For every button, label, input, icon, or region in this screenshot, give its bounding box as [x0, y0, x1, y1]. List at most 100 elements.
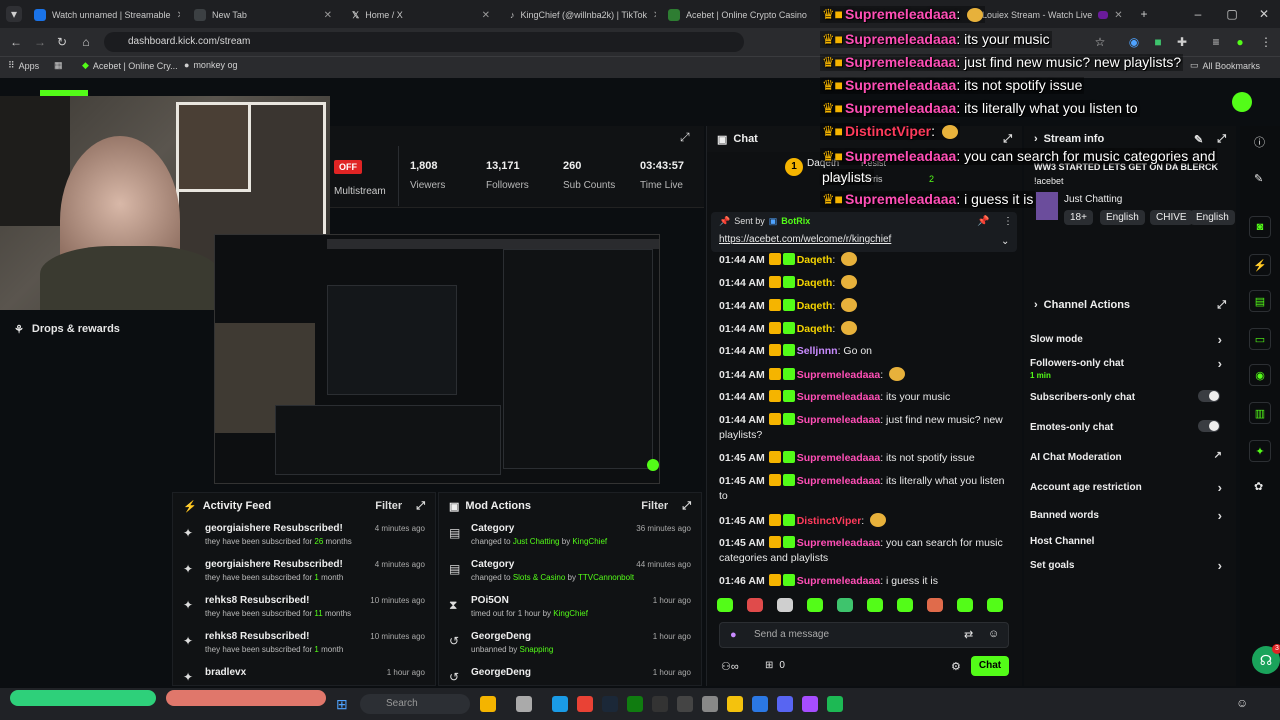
explorer-icon[interactable]	[727, 696, 743, 712]
emote-icon[interactable]	[957, 598, 973, 612]
settings-icon[interactable]	[702, 696, 718, 712]
chevron-right-icon[interactable]: ›	[1218, 332, 1222, 347]
channel-action-ai-chat-moderation[interactable]: AI Chat Moderation ↗	[1030, 450, 1228, 463]
external-link-icon[interactable]: ↗	[1214, 450, 1222, 461]
chat-message[interactable]: 01:46 AM Supremeleadaaa: i guess it is	[719, 574, 1009, 589]
emote-icon[interactable]	[897, 598, 913, 612]
expand-icon[interactable]: ⤢	[682, 500, 691, 513]
bookmark-monkey[interactable]: ● monkey og	[184, 60, 237, 70]
expand-icon[interactable]: ⤢	[1217, 299, 1226, 312]
emote-icon[interactable]	[987, 598, 1003, 612]
emote-icon[interactable]	[837, 598, 853, 612]
extension-icon[interactable]: ◉	[1126, 34, 1142, 50]
maximize-icon[interactable]: ▢	[1224, 6, 1240, 22]
activity-item[interactable]: ✦ georgiaishere Resubscribed! they have be…	[173, 519, 435, 555]
unpin-icon[interactable]: 📌	[977, 216, 989, 227]
chat-username[interactable]: Supremeleadaaa	[797, 475, 880, 487]
chat-username[interactable]: Supremeleadaaa	[797, 575, 880, 587]
emote-icon[interactable]	[807, 598, 823, 612]
settings-gear-icon[interactable]: ⚙	[951, 660, 961, 673]
send-chat-button[interactable]: Chat	[971, 656, 1009, 676]
media-icon[interactable]: ≡	[1208, 34, 1224, 50]
app-icon[interactable]	[652, 696, 668, 712]
chat-username[interactable]: Supremeleadaaa	[797, 537, 880, 549]
task-view-icon[interactable]	[516, 696, 532, 712]
pinned-menu-icon[interactable]: ⋮	[1003, 216, 1013, 227]
close-icon[interactable]: ✕	[653, 10, 656, 21]
channel-action-host-channel[interactable]: Host Channel	[1030, 536, 1228, 547]
chevron-right-icon[interactable]: ›	[1218, 558, 1222, 573]
drops-rewards-link[interactable]: ⚘ Drops & rewards	[0, 316, 170, 342]
layout-icon[interactable]: ▥	[1249, 402, 1271, 424]
emote-icon[interactable]	[777, 598, 793, 612]
channel-action-subscribers-only-chat[interactable]: Subscribers-only chat	[1030, 390, 1228, 403]
minimize-icon[interactable]: –	[1190, 6, 1206, 22]
category-name[interactable]: Just Chatting	[1064, 194, 1122, 205]
channel-action-followers-only-chat[interactable]: Followers-only chat 1 min ›	[1030, 356, 1228, 380]
emoji-icon[interactable]: ☺	[988, 628, 999, 640]
mic-icon[interactable]: ●	[730, 629, 737, 641]
stream-preview[interactable]	[214, 234, 660, 484]
emote-icon[interactable]	[717, 598, 733, 612]
chat-message[interactable]: 01:44 AM Daqeth:	[719, 252, 1009, 268]
mod-action-item[interactable]: ⧗ POi5ON timed out for 1 hour by KingChief…	[439, 591, 701, 627]
chat-message[interactable]: 01:45 AM Supremeleadaaa: you can search f…	[719, 536, 1009, 566]
discord-icon[interactable]	[777, 696, 793, 712]
folder-icon[interactable]	[480, 696, 496, 712]
profile-avatar-icon[interactable]: ●	[1232, 34, 1248, 50]
notification-icon[interactable]: ☺	[1236, 696, 1248, 710]
stream-tag[interactable]: CHIVE	[1150, 210, 1193, 225]
chrome-icon[interactable]	[577, 696, 593, 712]
close-icon[interactable]: ✕	[177, 10, 180, 21]
chat-message[interactable]: 01:44 AM Supremeleadaaa: its your music	[719, 390, 1009, 405]
expand-icon[interactable]: ⤢	[1003, 133, 1012, 146]
chat-username[interactable]: Daqeth	[797, 277, 833, 289]
chat-username[interactable]: Supremeleadaaa	[797, 369, 880, 381]
clipboard-icon[interactable]: ▤	[1249, 290, 1271, 312]
chat-username[interactable]: Supremeleadaaa	[797, 452, 880, 464]
camera-icon[interactable]: ◙	[1249, 216, 1271, 238]
pencil-icon[interactable]: ✎	[1254, 172, 1263, 185]
bookmark-acebet[interactable]: ◆ Acebet | Online Cry...	[82, 60, 178, 71]
browser-tab[interactable]: Acebet | Online Crypto Casino	[660, 4, 814, 26]
channel-action-slow-mode[interactable]: Slow mode ›	[1030, 332, 1228, 347]
extension-icon[interactable]: ■	[1150, 34, 1166, 50]
pinned-user[interactable]: BotRix	[781, 216, 810, 227]
browser-tab[interactable]: ♪ KingChief (@willnba2k) | TikTok ✕	[502, 4, 656, 26]
chevron-down-icon[interactable]: ⌄	[1001, 236, 1009, 247]
bookmark-apps[interactable]: ⠿ Apps	[8, 60, 39, 71]
toggle-switch[interactable]	[1198, 420, 1220, 432]
channel-action-banned-words[interactable]: Banned words ›	[1030, 508, 1228, 523]
reload-icon[interactable]: ↻	[54, 34, 70, 50]
close-icon[interactable]: ✕	[482, 10, 490, 21]
chat-username[interactable]: Supremeleadaaa	[797, 414, 880, 426]
activity-item[interactable]: ✦ georgiaishere Resubscribed! they have be…	[173, 555, 435, 591]
chevron-right-icon[interactable]: ›	[1218, 508, 1222, 523]
chevron-right-icon[interactable]: ›	[1218, 356, 1222, 371]
chat-message[interactable]: 01:44 AM Daqeth:	[719, 275, 1009, 291]
translate-icon[interactable]: ⇄	[964, 628, 973, 641]
all-bookmarks[interactable]: ▭ All Bookmarks	[1190, 60, 1260, 71]
chat-username[interactable]: DistinctViper	[797, 515, 862, 527]
stream-tag[interactable]: 18+	[1064, 210, 1093, 225]
toggle-switch[interactable]	[1198, 390, 1220, 402]
app-icon[interactable]	[752, 696, 768, 712]
browser-tab[interactable]: Watch unnamed | Streamable ✕	[26, 4, 180, 26]
chat-message[interactable]: 01:44 AM Daqeth:	[719, 298, 1009, 314]
filter-button[interactable]: Filter	[641, 500, 668, 513]
close-icon[interactable]: ✕	[1114, 10, 1122, 21]
extensions-puzzle-icon[interactable]: ✚	[1174, 34, 1190, 50]
mod-action-item[interactable]: ↺ GeorgeDeng 1 hour ago	[439, 663, 701, 685]
stream-tag[interactable]: English	[1100, 210, 1145, 225]
chat-message[interactable]: 01:45 AM DistinctViper:	[719, 513, 1009, 529]
app-icon[interactable]	[802, 696, 818, 712]
broadcast-icon[interactable]: ◉	[1249, 364, 1271, 386]
channel-action-account-age-restriction[interactable]: Account age restriction ›	[1030, 480, 1228, 495]
people-icon[interactable]: ⚇∞	[721, 660, 739, 673]
steam-icon[interactable]	[602, 696, 618, 712]
stream-tag[interactable]: English	[1190, 210, 1235, 225]
chat-input[interactable]: ● Send a message ⇄ ☺	[719, 622, 1009, 648]
menu-dots-icon[interactable]: ⋮	[1258, 34, 1274, 50]
xbox-icon[interactable]	[627, 696, 643, 712]
chat-username[interactable]: Daqeth	[797, 254, 833, 266]
